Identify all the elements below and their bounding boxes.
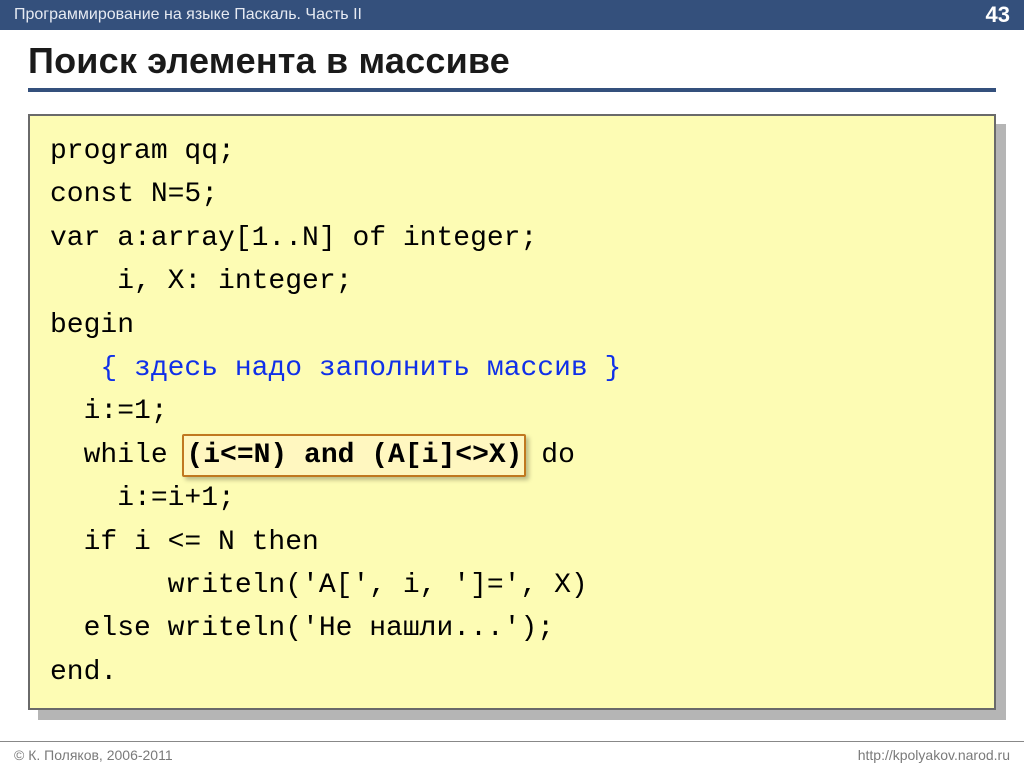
- code-line: while (i<=N) and (A[i]<>X) do: [50, 434, 974, 477]
- slide-title: Поиск элемента в массиве: [28, 40, 996, 82]
- code-indent: [50, 353, 100, 384]
- code-comment: { здесь надо заполнить массив }: [100, 353, 621, 384]
- code-line: else writeln('Не нашли...');: [50, 607, 974, 650]
- code-box: program qq; const N=5; var a:array[1..N]…: [28, 114, 996, 710]
- code-line: i:=1;: [50, 390, 974, 433]
- footer: © К. Поляков, 2006-2011 http://kpolyakov…: [0, 741, 1024, 767]
- page-number: 43: [986, 2, 1010, 28]
- code-text: while: [50, 440, 184, 471]
- code-text: do: [524, 440, 574, 471]
- course-title: Программирование на языке Паскаль. Часть…: [14, 6, 362, 24]
- content-area: program qq; const N=5; var a:array[1..N]…: [0, 96, 1024, 710]
- code-line: if i <= N then: [50, 521, 974, 564]
- title-area: Поиск элемента в массиве: [0, 30, 1024, 96]
- code-highlight-text: (i<=N) and (A[i]<>X): [186, 440, 522, 471]
- code-line: const N=5;: [50, 173, 974, 216]
- code-line: i:=i+1;: [50, 477, 974, 520]
- code-shadow: program qq; const N=5; var a:array[1..N]…: [28, 114, 996, 710]
- code-line: writeln('A[', i, ']=', X): [50, 564, 974, 607]
- title-underline: [28, 88, 996, 92]
- code-line: var a:array[1..N] of integer;: [50, 217, 974, 260]
- footer-url: http://kpolyakov.narod.ru: [858, 747, 1010, 763]
- code-highlight: (i<=N) and (A[i]<>X): [182, 434, 526, 477]
- code-line: i, X: integer;: [50, 260, 974, 303]
- code-line: { здесь надо заполнить массив }: [50, 347, 974, 390]
- code-line: program qq;: [50, 130, 974, 173]
- slide: Программирование на языке Паскаль. Часть…: [0, 0, 1024, 767]
- code-line: begin: [50, 304, 974, 347]
- copyright-text: © К. Поляков, 2006-2011: [14, 747, 173, 763]
- code-line: end.: [50, 651, 974, 694]
- top-bar: Программирование на языке Паскаль. Часть…: [0, 0, 1024, 30]
